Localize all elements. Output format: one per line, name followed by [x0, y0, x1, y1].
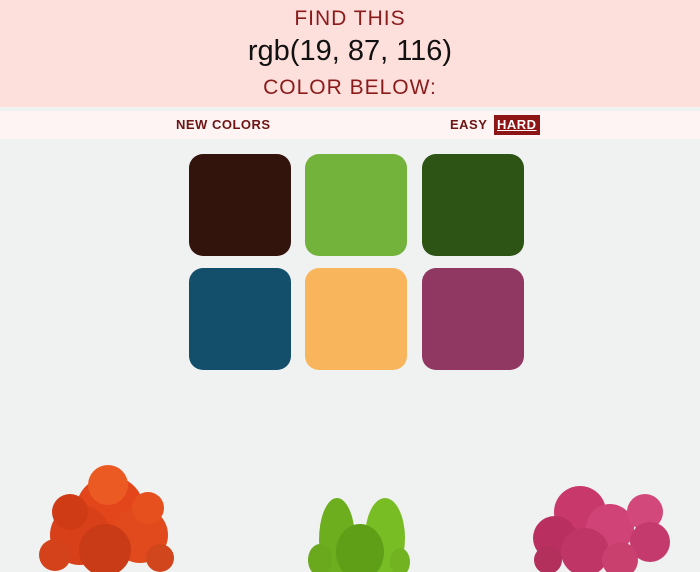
target-color-rgb: rgb(19, 87, 116) [247, 35, 453, 67]
prompt-banner: FIND THIS rgb(19, 87, 116) COLOR BELOW: [0, 0, 700, 107]
control-bar: NEW COLORS EASY HARD [0, 111, 700, 139]
new-colors-button[interactable]: NEW COLORS [176, 111, 271, 139]
color-square[interactable] [305, 154, 407, 256]
green-cactus-image [308, 498, 410, 572]
color-grid [189, 154, 525, 370]
prompt-line-below: COLOR BELOW: [263, 76, 437, 99]
color-square[interactable] [305, 268, 407, 370]
orange-cactus-image [39, 465, 174, 572]
color-square[interactable] [422, 268, 524, 370]
prompt-line-find: FIND THIS [294, 7, 406, 30]
hard-mode-button[interactable]: HARD [494, 115, 540, 135]
cactus-decoration [39, 465, 670, 572]
pink-cactus-image [533, 486, 670, 572]
color-square[interactable] [189, 268, 291, 370]
easy-mode-button[interactable]: EASY [450, 111, 487, 139]
color-square[interactable] [422, 154, 524, 256]
color-square[interactable] [189, 154, 291, 256]
